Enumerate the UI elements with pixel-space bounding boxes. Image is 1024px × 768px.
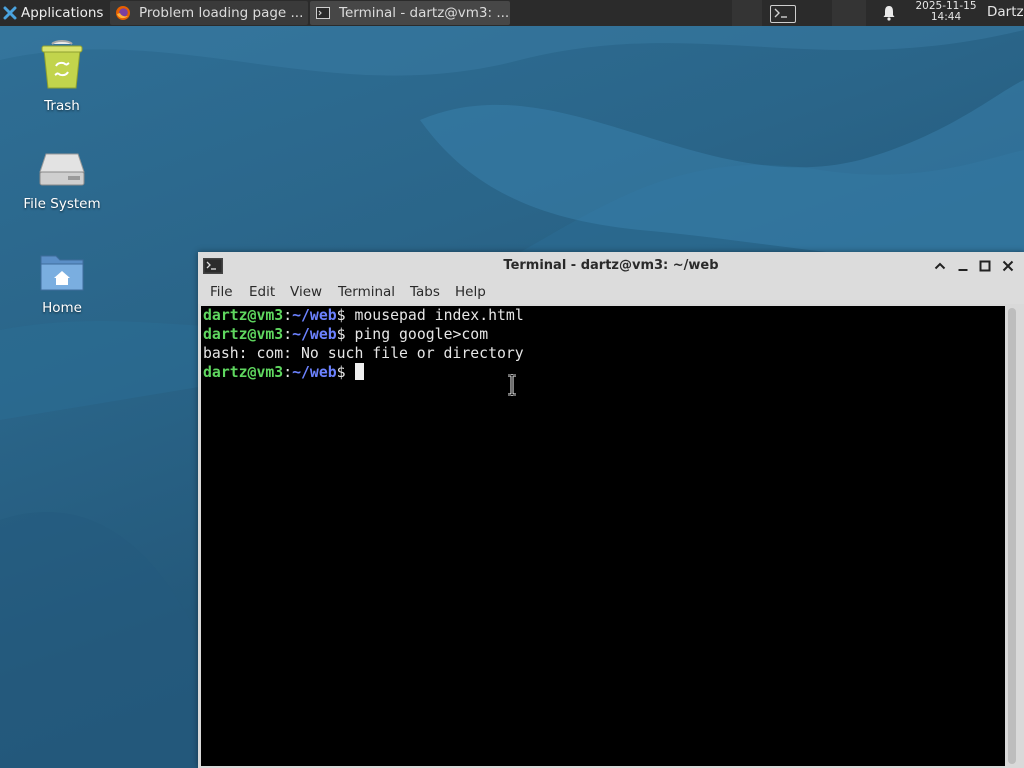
top-panel: Applications Problem loading page ... Te… — [0, 0, 1024, 26]
error-output: bash: com: No such file or directory — [203, 345, 524, 362]
window-maximize-button[interactable] — [978, 259, 992, 273]
terminal-scrollbar[interactable] — [1006, 306, 1020, 766]
menu-tabs[interactable]: Tabs — [410, 284, 440, 300]
xfce-logo-icon — [3, 6, 17, 20]
prompt-symbol: $ — [336, 307, 346, 324]
terminal-launcher-button[interactable] — [770, 5, 796, 23]
applications-label: Applications — [21, 5, 104, 21]
terminal-window: Terminal - dartz@vm3: ~/web File Edit Vi… — [198, 252, 1024, 768]
taskbar-item-label: Terminal - dartz@vm3: ... — [339, 5, 510, 21]
user-menu[interactable]: Dartz — [987, 4, 1024, 20]
terminal-line: dartz@vm3:~/web$ — [203, 363, 364, 382]
panel-separator — [832, 0, 866, 26]
trash-icon — [41, 40, 83, 89]
terminal-line: dartz@vm3:~/web$ ping google>com — [203, 325, 488, 344]
prompt-user: dartz@vm3 — [203, 307, 284, 324]
menu-view[interactable]: View — [290, 284, 322, 300]
prompt-user: dartz@vm3 — [203, 326, 284, 343]
terminal-menubar: File Edit View Terminal Tabs Help — [198, 280, 1024, 304]
home-folder-icon — [40, 255, 84, 291]
window-minimize-button[interactable] — [956, 259, 970, 273]
menu-edit[interactable]: Edit — [249, 284, 275, 300]
terminal-prompt-icon — [774, 8, 787, 18]
taskbar-item-browser[interactable]: Problem loading page ... — [110, 1, 308, 25]
prompt-symbol: $ — [336, 326, 346, 343]
scrollbar-thumb[interactable] — [1008, 308, 1016, 764]
window-shade-button[interactable] — [933, 259, 947, 273]
menu-file[interactable]: File — [210, 284, 233, 300]
ibeam-cursor-icon — [508, 374, 516, 396]
command-text — [346, 364, 355, 381]
prompt-path: ~/web — [292, 307, 337, 324]
prompt-separator: : — [283, 364, 293, 381]
terminal-line: dartz@vm3:~/web$ mousepad index.html — [203, 306, 524, 325]
prompt-separator: : — [283, 307, 293, 324]
terminal-line: bash: com: No such file or directory — [203, 344, 524, 363]
firefox-icon — [116, 6, 130, 20]
command-text: ping google>com — [345, 326, 489, 343]
panel-separator — [732, 0, 762, 26]
desktop-icon-label: Trash — [44, 98, 80, 114]
terminal-output[interactable]: dartz@vm3:~/web$ mousepad index.html dar… — [201, 306, 1005, 766]
menu-terminal[interactable]: Terminal — [338, 284, 395, 300]
panel-clock[interactable]: 2025-11-15 14:44 — [906, 1, 986, 23]
command-text: mousepad index.html — [345, 307, 524, 324]
prompt-user: dartz@vm3 — [203, 364, 284, 381]
desktop-icon-filesystem[interactable]: File System — [7, 148, 117, 212]
text-cursor — [354, 363, 364, 380]
prompt-path: ~/web — [292, 364, 337, 381]
taskbar-item-terminal[interactable]: Terminal - dartz@vm3: ... — [310, 1, 510, 25]
prompt-separator: : — [283, 326, 293, 343]
taskbar-item-label: Problem loading page ... — [139, 5, 304, 21]
prompt-symbol: $ — [336, 364, 346, 381]
notification-bell-icon[interactable] — [881, 4, 897, 22]
menu-help[interactable]: Help — [455, 284, 486, 300]
desktop-icon-trash[interactable]: Trash — [7, 40, 117, 114]
desktop-icon-label: Home — [42, 300, 82, 316]
window-close-button[interactable] — [1001, 259, 1015, 273]
prompt-path: ~/web — [292, 326, 337, 343]
desktop-icon-home[interactable]: Home — [7, 250, 117, 316]
applications-menu-button[interactable]: Applications — [0, 0, 108, 26]
window-titlebar[interactable]: Terminal - dartz@vm3: ~/web — [198, 252, 1024, 280]
window-title: Terminal - dartz@vm3: ~/web — [503, 258, 719, 273]
drive-icon — [39, 153, 85, 186]
clock-time: 14:44 — [930, 11, 962, 23]
desktop-icon-label: File System — [23, 196, 101, 212]
terminal-icon — [316, 7, 330, 19]
